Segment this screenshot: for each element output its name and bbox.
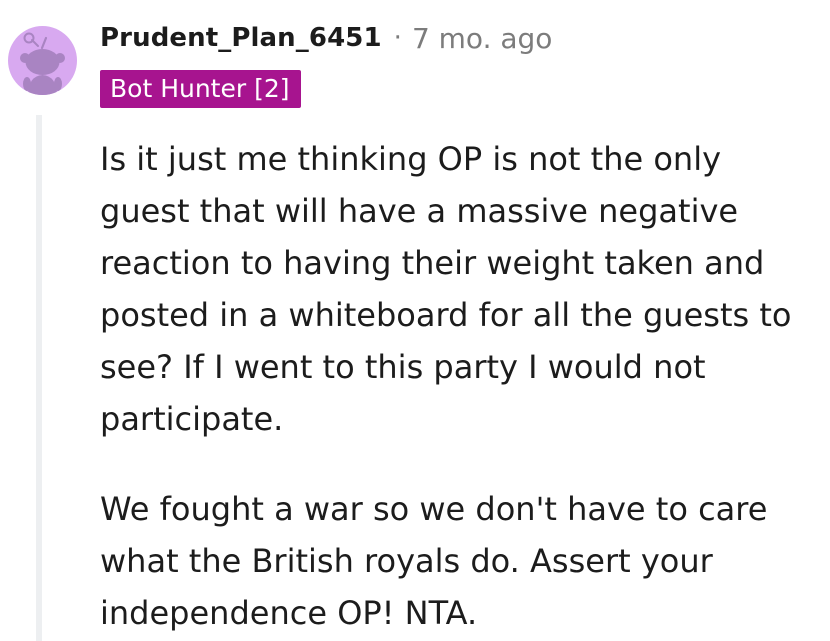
snoo-avatar-icon <box>20 32 65 95</box>
user-flair: Bot Hunter [2] <box>100 70 301 108</box>
thread-line[interactable] <box>36 115 42 641</box>
comment-header: Prudent_Plan_6451 · 7 mo. ago <box>100 18 552 58</box>
comment-body: Is it just me thinking OP is not the onl… <box>100 133 800 639</box>
username-link[interactable]: Prudent_Plan_6451 <box>100 23 382 53</box>
user-avatar[interactable] <box>8 26 77 95</box>
meta-separator: · <box>393 23 402 53</box>
comment-paragraph: We fought a war so we don't have to care… <box>100 490 768 632</box>
comment-paragraph: Is it just me thinking OP is not the onl… <box>100 140 792 438</box>
comment-timestamp[interactable]: 7 mo. ago <box>412 22 553 55</box>
